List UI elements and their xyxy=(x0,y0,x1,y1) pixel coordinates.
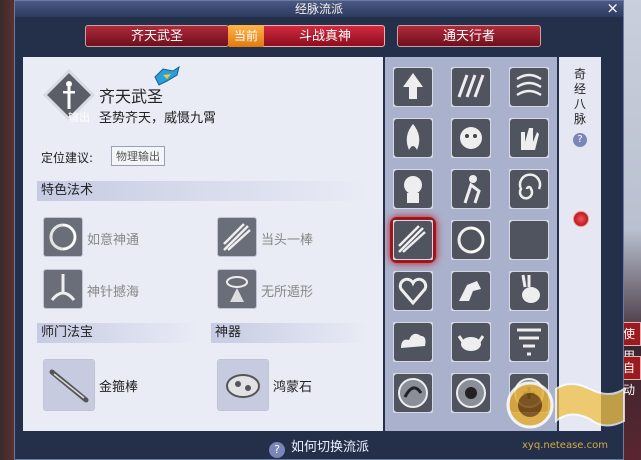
role-label: 输出 xyxy=(68,111,90,124)
swirl-icon xyxy=(450,219,492,261)
artifact-item[interactable]: 鸿蒙石 xyxy=(217,359,367,411)
meridian-cell[interactable] xyxy=(392,372,434,414)
tab-label: 通天行者 xyxy=(442,29,495,44)
skill-label: 如意神通 xyxy=(87,233,140,248)
dragon-icon xyxy=(392,372,434,414)
skill-label: 无所遁形 xyxy=(261,285,314,300)
spiral-icon xyxy=(508,168,550,210)
meridian-cell[interactable] xyxy=(392,168,434,210)
window-titlebar: 经脉流派 × xyxy=(15,0,623,17)
meridian-cell[interactable] xyxy=(392,66,434,108)
crescent-icon xyxy=(508,219,550,261)
meridian-cell[interactable] xyxy=(508,66,550,108)
skill-label: 当头一棒 xyxy=(261,233,314,248)
meridian-cell[interactable] xyxy=(392,117,434,159)
positioning-tag: 物理输出 xyxy=(111,146,165,166)
skill-shenzhen[interactable]: 神针撼海 xyxy=(43,269,193,309)
head-icon xyxy=(392,168,434,210)
meridian-title: 奇经八脉 xyxy=(573,67,586,126)
meridian-cell[interactable] xyxy=(450,270,492,312)
artifact-label: 鸿蒙石 xyxy=(273,380,313,395)
watermark-url: xyq.netease.com xyxy=(522,440,608,451)
rabbit-icon xyxy=(508,270,550,312)
skill-label: 神针撼海 xyxy=(87,285,140,300)
school-tabs: 齐天武圣 当前 斗战真神 通天行者 xyxy=(15,25,623,49)
arm-icon xyxy=(450,270,492,312)
switch-school-label: 如何切换流派 xyxy=(290,440,369,455)
swirl-icon xyxy=(43,217,83,257)
help-icon: ? xyxy=(268,442,285,458)
skill-ruyi[interactable]: 如意神通 xyxy=(43,217,193,257)
heart-icon xyxy=(392,270,434,312)
school-name: 齐天武圣 xyxy=(99,87,164,106)
strike-icon xyxy=(392,219,434,261)
meridian-cell[interactable] xyxy=(508,270,550,312)
crab-icon xyxy=(450,321,492,363)
beast-icon xyxy=(450,117,492,159)
tab-douzhan[interactable]: 当前 斗战真神 xyxy=(228,25,385,47)
special-skills-header: 特色法术 xyxy=(37,181,367,201)
close-icon[interactable]: × xyxy=(606,0,619,16)
red-gem-icon[interactable] xyxy=(573,211,589,227)
flame-icon xyxy=(392,117,434,159)
watermark-logo: xyq.netease.com xyxy=(500,375,630,455)
strike-icon xyxy=(217,217,257,257)
skill-dangtou[interactable]: 当头一棒 xyxy=(217,217,367,257)
shockwave-icon xyxy=(43,269,83,309)
meridian-cell[interactable] xyxy=(450,117,492,159)
eye-icon xyxy=(217,269,257,309)
cloud-icon xyxy=(392,321,434,363)
ring-icon xyxy=(450,372,492,414)
meridian-cell[interactable] xyxy=(392,219,434,261)
treasure-item[interactable]: 金箍棒 xyxy=(43,359,193,411)
stone-icon xyxy=(217,359,269,411)
meridian-cell[interactable] xyxy=(508,219,550,261)
figure-icon xyxy=(450,168,492,210)
hand-icon xyxy=(508,117,550,159)
treasure-label: 金箍棒 xyxy=(99,380,139,395)
staff-icon xyxy=(43,359,95,411)
meridian-help-icon[interactable]: ? xyxy=(573,133,587,147)
positioning-label: 定位建议: xyxy=(41,151,94,165)
tab-tongtian[interactable]: 通天行者 xyxy=(397,25,541,47)
meridian-cell[interactable] xyxy=(450,219,492,261)
meridian-cell[interactable] xyxy=(450,372,492,414)
meridian-cell[interactable] xyxy=(450,321,492,363)
meridian-cell[interactable] xyxy=(392,321,434,363)
school-description: 圣势齐天，威慑九霄 xyxy=(99,111,217,126)
treasure-header: 师门法宝 xyxy=(37,323,197,343)
meridian-cell[interactable] xyxy=(508,168,550,210)
arrow-up-icon xyxy=(392,66,434,108)
wind-icon xyxy=(508,66,550,108)
window-title: 经脉流派 xyxy=(294,2,343,16)
current-badge: 当前 xyxy=(228,25,264,47)
logo-icon xyxy=(506,381,625,429)
meridian-cell[interactable] xyxy=(450,66,492,108)
meridian-cell[interactable] xyxy=(450,168,492,210)
tornado-icon xyxy=(508,321,550,363)
tab-label: 齐天武圣 xyxy=(130,29,183,44)
tab-qitian[interactable]: 齐天武圣 xyxy=(85,25,229,47)
meridian-cell[interactable] xyxy=(508,117,550,159)
school-info-panel: 输出 齐天武圣 圣势齐天，威慑九霄 定位建议: 物理输出 特色法术 如意神通 当… xyxy=(23,57,383,431)
skill-wusuo[interactable]: 无所遁形 xyxy=(217,269,367,309)
claw-icon xyxy=(450,66,492,108)
tab-label: 斗战真神 xyxy=(298,29,351,44)
meridian-cell[interactable] xyxy=(392,270,434,312)
meridian-cell[interactable] xyxy=(508,321,550,363)
artifact-header: 神器 xyxy=(211,323,367,343)
